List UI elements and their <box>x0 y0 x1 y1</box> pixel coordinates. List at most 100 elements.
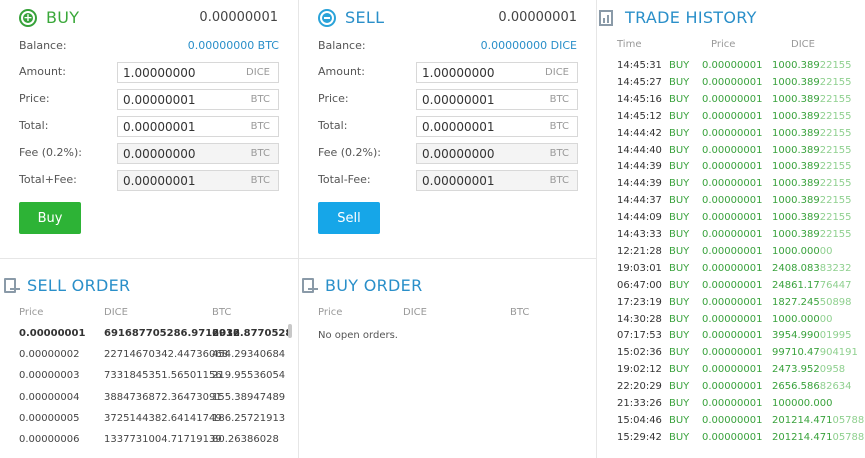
table-row[interactable]: 0.00000002 22714670342.44736068 454.293406… <box>19 349 289 363</box>
cell-time: 14:45:16 <box>617 93 662 105</box>
cell-time: 15:04:46 <box>617 414 662 426</box>
cell-dice: 22714670342.44736068 <box>104 349 229 361</box>
sell-price-value: 0.00000001 <box>422 92 495 107</box>
cell-time: 14:44:37 <box>617 195 662 207</box>
cell-price: 0.00000001 <box>702 195 763 207</box>
cell-type: BUY <box>669 296 690 308</box>
cell-dice-major: 1000.389 <box>772 229 820 240</box>
buy-button[interactable]: Buy <box>19 202 81 234</box>
sell-amount-label: Amount: <box>318 65 365 78</box>
sell-totalfee-unit: BTC <box>549 175 569 186</box>
buy-price-value: 0.00000001 <box>123 92 196 107</box>
cell-dice-major: 2408.083 <box>772 262 820 274</box>
cell-dice-major: 100000.000 <box>772 398 833 409</box>
cell-time: 14:45:12 <box>617 110 662 122</box>
sell-button[interactable]: Sell <box>318 202 380 234</box>
sell-top-price: 0.00000001 <box>498 10 577 25</box>
cell-dice: 1000.38922155 <box>772 161 852 172</box>
cell-dice-minor: 22155 <box>819 161 852 173</box>
cell-type: BUY <box>669 76 690 88</box>
buy-total-field[interactable]: 0.00000001 BTC <box>117 116 279 137</box>
cell-dice-minor: 904191 <box>819 347 858 359</box>
sell-total-field[interactable]: 0.00000001 BTC <box>416 116 578 137</box>
cell-dice-major: 201214.471 <box>772 414 833 426</box>
cell-dice-major: 1000.389 <box>772 93 820 105</box>
cell-price: 0.00000001 <box>702 414 763 426</box>
buy-balance-value[interactable]: 0.00000000 BTC <box>150 39 279 52</box>
cell-btc: 219.95536054 <box>212 370 286 382</box>
table-row: 15:04:46 BUY 0.00000001 201214.47105788 <box>617 414 864 429</box>
cell-btc: 80.26386028 <box>212 434 279 445</box>
cell-type: BUY <box>669 195 690 207</box>
cell-dice: 3884736872.36473091 <box>104 391 222 403</box>
buy-total-value: 0.00000001 <box>123 119 196 134</box>
cell-price: 0.00000001 <box>702 330 763 342</box>
table-row[interactable]: 0.00000004 3884736872.36473091 155.3894748… <box>19 392 289 406</box>
table-row: 22:20:29 BUY 0.00000001 2656.58682634 <box>617 381 862 395</box>
buy-amount-unit: DICE <box>246 67 270 78</box>
cell-dice-minor: 0958 <box>819 364 846 376</box>
cell-dice-minor: 22155 <box>819 229 852 240</box>
cell-dice: 2656.58682634 <box>772 381 852 392</box>
cell-time: 14:44:42 <box>617 127 662 139</box>
cell-price: 0.00000001 <box>702 245 763 257</box>
cell-dice-minor: 01995 <box>819 330 852 342</box>
table-row[interactable]: 0.00000003 7331845351.56501156 219.9553605… <box>19 370 289 384</box>
cell-btc: 6916.87705286 <box>212 328 289 339</box>
divider <box>0 258 596 259</box>
buy-order-title: BUY ORDER <box>325 276 423 295</box>
buy-top-price: 0.00000001 <box>199 10 278 25</box>
cell-price: 0.00000003 <box>19 370 80 382</box>
cell-type: BUY <box>669 414 690 426</box>
cell-type: BUY <box>669 262 690 274</box>
cell-dice-minor: 76447 <box>819 279 852 291</box>
sell-balance-value[interactable]: 0.00000000 DICE <box>440 39 577 52</box>
cell-dice: 7331845351.56501156 <box>104 370 222 382</box>
col-header-btc: BTC <box>510 307 530 318</box>
divider <box>298 0 299 458</box>
scrollbar-thumb[interactable] <box>288 324 292 338</box>
trade-history-header: TRADE HISTORY <box>598 8 757 27</box>
buy-price-field[interactable]: 0.00000001 BTC <box>117 89 279 110</box>
cell-dice: 24861.1776447 <box>772 280 852 291</box>
cell-dice-minor: 22155 <box>819 195 852 207</box>
buy-fee-field: 0.00000000 BTC <box>117 143 279 164</box>
cell-price: 0.00000001 <box>702 178 763 190</box>
sell-title: SELL <box>345 8 385 27</box>
cell-dice-minor: 05788 <box>832 414 865 426</box>
cell-price: 0.00000001 <box>702 127 763 139</box>
cell-dice: 99710.47904191 <box>772 347 858 358</box>
cell-dice: 201214.47105788 <box>772 415 864 426</box>
cell-type: BUY <box>669 313 690 325</box>
table-row[interactable]: 0.00000006 1337731004.71719139 80.26386028 <box>19 434 289 448</box>
cell-dice-major: 2656.586 <box>772 381 820 393</box>
sell-amount-field[interactable]: 1.00000000 DICE <box>416 62 578 83</box>
col-header-btc: BTC <box>212 307 232 318</box>
cell-time: 14:45:31 <box>617 60 662 71</box>
cell-type: BUY <box>669 127 690 139</box>
table-row: 19:03:01 BUY 0.00000001 2408.08383232 <box>617 263 862 277</box>
cell-dice: 2473.9520958 <box>772 364 845 375</box>
cell-dice-minor: 83232 <box>819 262 852 274</box>
cell-dice-minor: 22155 <box>819 212 852 224</box>
buy-order-header: BUY ORDER <box>300 276 423 295</box>
buy-amount-field[interactable]: 1.00000000 DICE <box>117 62 279 83</box>
sell-totalfee-value: 0.00000001 <box>422 173 495 188</box>
cell-dice: 1000.38922155 <box>772 229 852 240</box>
cell-dice-major: 3954.990 <box>772 330 820 342</box>
cell-type: BUY <box>669 381 690 393</box>
sell-order-header: SELL ORDER <box>2 276 130 295</box>
cell-type: BUY <box>669 398 690 409</box>
table-row[interactable]: 0.00000001 691687705286.9712032 6916.87705… <box>19 328 289 342</box>
cell-dice-major: 1000.000 <box>772 313 820 325</box>
buy-amount-value: 1.00000000 <box>123 65 196 80</box>
cell-price: 0.00000001 <box>702 262 763 274</box>
sell-price-field[interactable]: 0.00000001 BTC <box>416 89 578 110</box>
col-header-dice: DICE <box>104 307 128 318</box>
col-header-dice: DICE <box>791 39 815 50</box>
cell-type: BUY <box>669 212 690 224</box>
table-row[interactable]: 0.00000005 3725144382.64141749 186.2572191… <box>19 413 289 427</box>
cell-price: 0.00000001 <box>702 76 763 88</box>
cell-dice-minor: 22155 <box>819 76 852 88</box>
cell-time: 14:44:09 <box>617 212 662 224</box>
